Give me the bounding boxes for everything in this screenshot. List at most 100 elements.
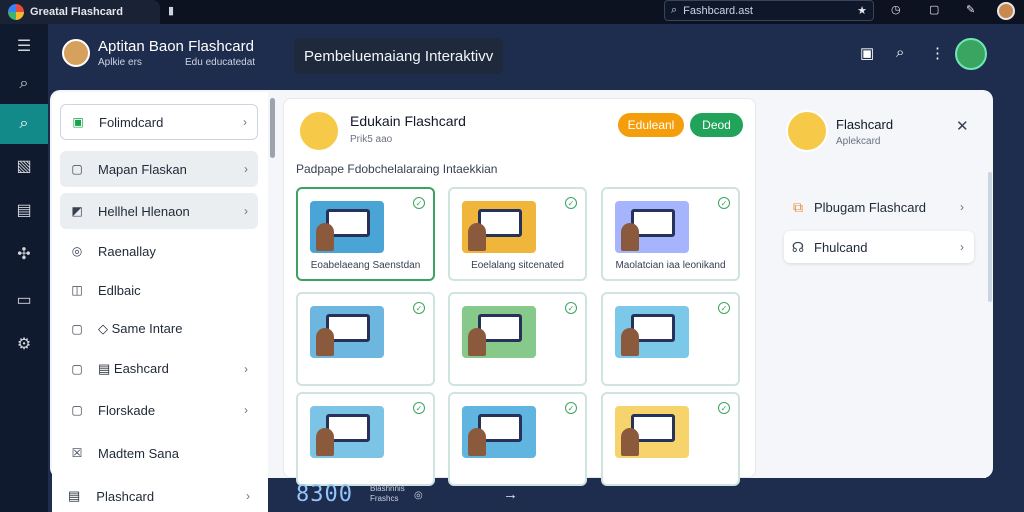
header-subtitle: Aplkie ers: [98, 57, 142, 68]
tile-label: Eoelalang sitcenated: [471, 260, 564, 271]
header-avatar: [62, 39, 90, 67]
target-icon: ◎: [71, 244, 83, 258]
right-scrollbar[interactable]: [988, 172, 992, 302]
more-icon[interactable]: ⋮: [930, 44, 945, 62]
check-icon[interactable]: ✓: [718, 402, 730, 414]
tile-label: Eoabelaeang Saenstdan: [310, 260, 421, 271]
check-icon[interactable]: ✓: [413, 302, 425, 314]
tab-title: Greatal Flashcard: [30, 6, 123, 18]
check-icon[interactable]: ✓: [565, 402, 577, 414]
window-icon[interactable]: ▣: [860, 44, 874, 62]
flashcard-tile[interactable]: ✓ Eoabelaeang Saenstdan: [296, 187, 435, 281]
header-subtitle-2: Edu educatedat: [185, 57, 256, 68]
menu-item-label: Edlbaic: [98, 282, 141, 298]
cards-icon[interactable]: ▧: [0, 146, 48, 186]
menu-item-1[interactable]: ▢ Mapan Flaskan ›: [60, 151, 258, 187]
message-icon: ◫: [71, 283, 83, 297]
arrow-right-icon[interactable]: →: [503, 486, 518, 503]
right-item-1[interactable]: ☊ Fhulcand ›: [784, 231, 974, 263]
tile-illustration: [615, 406, 689, 458]
check-icon[interactable]: ✓: [565, 302, 577, 314]
info-icon[interactable]: ◎: [414, 490, 423, 501]
center-avatar: [298, 110, 340, 152]
menu-item-label: Hellhel Hlenaon: [98, 203, 190, 219]
person-icon: [316, 428, 334, 456]
maximize-icon[interactable]: ▢: [929, 3, 939, 16]
pin-icon[interactable]: ✎: [966, 3, 975, 16]
flashcard-tile[interactable]: ✓: [448, 392, 587, 486]
right-item-label: Plbugam Flashcard: [814, 199, 926, 215]
menu-item-0[interactable]: ▣ Folimdcard ›: [60, 104, 258, 140]
flashcard-tile[interactable]: ✓: [296, 292, 435, 386]
bottom-menu-item[interactable]: ▤ Plashcard ›: [54, 480, 268, 512]
menu-item-label: Florskade: [98, 402, 156, 418]
menu-item-4[interactable]: ◫ Edlbaic: [60, 272, 258, 308]
edit-icon: ◩: [71, 204, 83, 218]
browser-avatar[interactable]: [997, 2, 1015, 20]
link-icon: ⧉: [793, 198, 803, 215]
flashcard-tile[interactable]: ✓: [601, 292, 740, 386]
menu-item-3[interactable]: ◎ Raenallay: [60, 233, 258, 269]
active-search-icon[interactable]: ⌕: [0, 104, 48, 144]
check-icon[interactable]: ✓: [718, 302, 730, 314]
settings-icon[interactable]: ⚙: [0, 324, 48, 364]
flashcard-tile[interactable]: ✓ Maolatcian iaa leonikand: [601, 187, 740, 281]
check-icon[interactable]: ✓: [718, 197, 730, 209]
menu-item-2[interactable]: ◩ Hellhel Hlenaon ›: [60, 193, 258, 229]
menu-item-label: Madtem Sana: [98, 445, 179, 461]
secondary-button[interactable]: Deod: [690, 113, 743, 137]
chevron-right-icon: ›: [244, 403, 248, 417]
center-title: Edukain Flashcard: [350, 113, 466, 129]
menu-icon[interactable]: ☰: [0, 26, 48, 66]
right-subtitle: Aplekcard: [836, 136, 881, 147]
chat-icon[interactable]: ▭: [0, 280, 48, 320]
check-icon[interactable]: ✓: [565, 197, 577, 209]
flashcard-tile[interactable]: ✓ Eoelalang sitcenated: [448, 187, 587, 281]
chevron-right-icon: ›: [243, 115, 247, 129]
person-icon: [468, 428, 486, 456]
right-panel: [768, 98, 986, 478]
menu-item-8[interactable]: ☒ Madtem Sana: [60, 435, 258, 471]
checkbox-icon: ▢: [71, 362, 83, 376]
menu-item-6[interactable]: ▢ ▤ Eashcard ›: [60, 351, 258, 387]
star-icon[interactable]: ★: [857, 4, 867, 17]
header-title: Aptitan Baon Flashcard: [98, 38, 254, 55]
close-icon[interactable]: ✕: [956, 117, 969, 135]
address-text: Fashbcard.ast: [683, 4, 753, 17]
search-icon[interactable]: ⌕: [896, 44, 904, 61]
checkbox-icon: ▢: [71, 403, 83, 417]
search-icon[interactable]: ⌕: [0, 64, 48, 104]
menu-scrollbar[interactable]: [270, 98, 275, 158]
header-badge[interactable]: Pembeluemaiang Interaktivv: [294, 38, 504, 74]
list-icon: ▤: [68, 488, 81, 503]
menu-item-label: Folimdcard: [99, 114, 164, 130]
address-bar[interactable]: ⌕ Fashbcard.ast ★: [664, 0, 874, 21]
app-logo-icon: [8, 4, 24, 20]
menu-item-label: Raenallay: [98, 243, 156, 259]
menu-item-5[interactable]: ▢ ◇ Same Intare: [60, 311, 258, 347]
check-icon[interactable]: ✓: [413, 402, 425, 414]
center-subtitle: Prik5 aao: [350, 134, 393, 145]
menu-item-7[interactable]: ▢ Florskade ›: [60, 392, 258, 428]
calendar-icon[interactable]: ▤: [0, 190, 48, 230]
flashcard-tile[interactable]: ✓: [448, 292, 587, 386]
flashcard-tile[interactable]: ✓: [601, 392, 740, 486]
right-item-label: Fhulcand: [814, 239, 868, 255]
flashcard-tile[interactable]: ✓: [296, 392, 435, 486]
side-menu: ▣ Folimdcard › ▢ Mapan Flaskan › ◩ Hellh…: [52, 92, 268, 512]
close-box-icon: ☒: [71, 446, 83, 460]
tile-illustration: [310, 406, 384, 458]
history-icon[interactable]: ◷: [891, 3, 901, 16]
bookmark-icon[interactable]: ▮: [168, 4, 174, 17]
counter-value: 8300: [296, 482, 353, 507]
check-icon[interactable]: ✓: [413, 197, 425, 209]
bottom-menu-label: Plashcard: [96, 488, 155, 504]
puzzle-icon[interactable]: ✣: [0, 234, 48, 274]
browser-tab[interactable]: Greatal Flashcard: [0, 0, 160, 24]
chevron-right-icon: ›: [960, 200, 964, 214]
square-icon: ▢: [71, 162, 83, 176]
person-icon: [316, 328, 334, 356]
user-avatar[interactable]: [955, 38, 987, 70]
right-item-0[interactable]: ⧉ Plbugam Flashcard ›: [784, 191, 974, 223]
primary-button[interactable]: Eduleanl: [618, 113, 684, 137]
